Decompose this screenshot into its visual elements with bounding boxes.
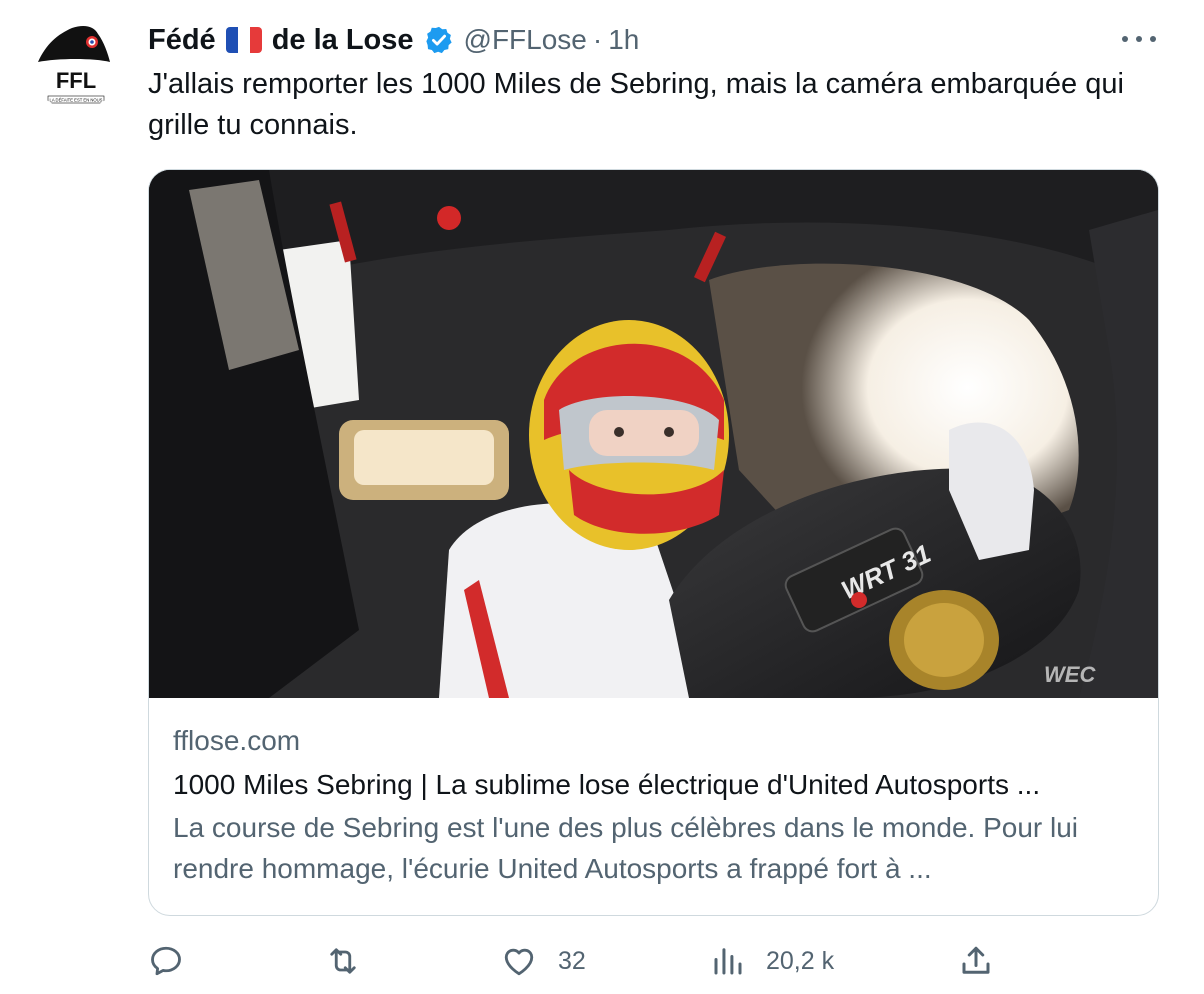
tweet-timestamp[interactable]: 1h [608,24,639,56]
author-handle[interactable]: @FFLose [464,24,587,56]
like-count: 32 [558,946,586,975]
heart-icon [504,948,534,976]
author-avatar[interactable]: FFL LA DÉFAITE EST EN NOUS [28,14,124,110]
reply-icon [151,946,181,976]
card-image: WRT 31 WEC [149,170,1158,698]
french-flag-icon [225,27,262,53]
author-name-part2[interactable]: de la Lose [272,24,414,57]
tweet-header: Fédé de la Lose @FFLose · 1h [148,20,639,60]
more-horizontal-icon [1122,36,1128,42]
like-button[interactable]: 32 [500,938,586,984]
separator-dot: · [592,24,603,55]
retweet-button[interactable] [324,938,362,984]
avatar-motto-text: LA DÉFAITE EST EN NOUS [50,98,103,103]
wec-watermark: WEC [1044,662,1096,687]
views-icon [714,948,742,975]
card-description: La course de Sebring est l'une des plus … [173,812,1079,884]
tweet-text: J'allais remporter les 1000 Miles de Seb… [148,68,1124,141]
retweet-icon [330,948,356,974]
more-options-button[interactable] [1122,26,1156,52]
author-name-part1[interactable]: Fédé [148,24,216,57]
card-info: fflose.com 1000 Miles Sebring | La subli… [149,699,1158,889]
card-title: 1000 Miles Sebring | La sublime lose éle… [173,769,1041,800]
card-domain: fflose.com [173,725,301,756]
avatar-logo-text: FFL [56,68,96,93]
share-icon [962,946,990,974]
verified-badge-icon[interactable] [424,25,454,55]
views-count: 20,2 k [766,946,835,975]
views-button[interactable]: 20,2 k [710,938,834,984]
tweet-actions: 32 20,2 k [0,938,1204,984]
share-button[interactable] [958,938,994,984]
reply-button[interactable] [148,938,184,984]
link-preview-card[interactable]: WRT 31 WEC fflose.com 1000 Miles Sebring… [148,169,1159,916]
